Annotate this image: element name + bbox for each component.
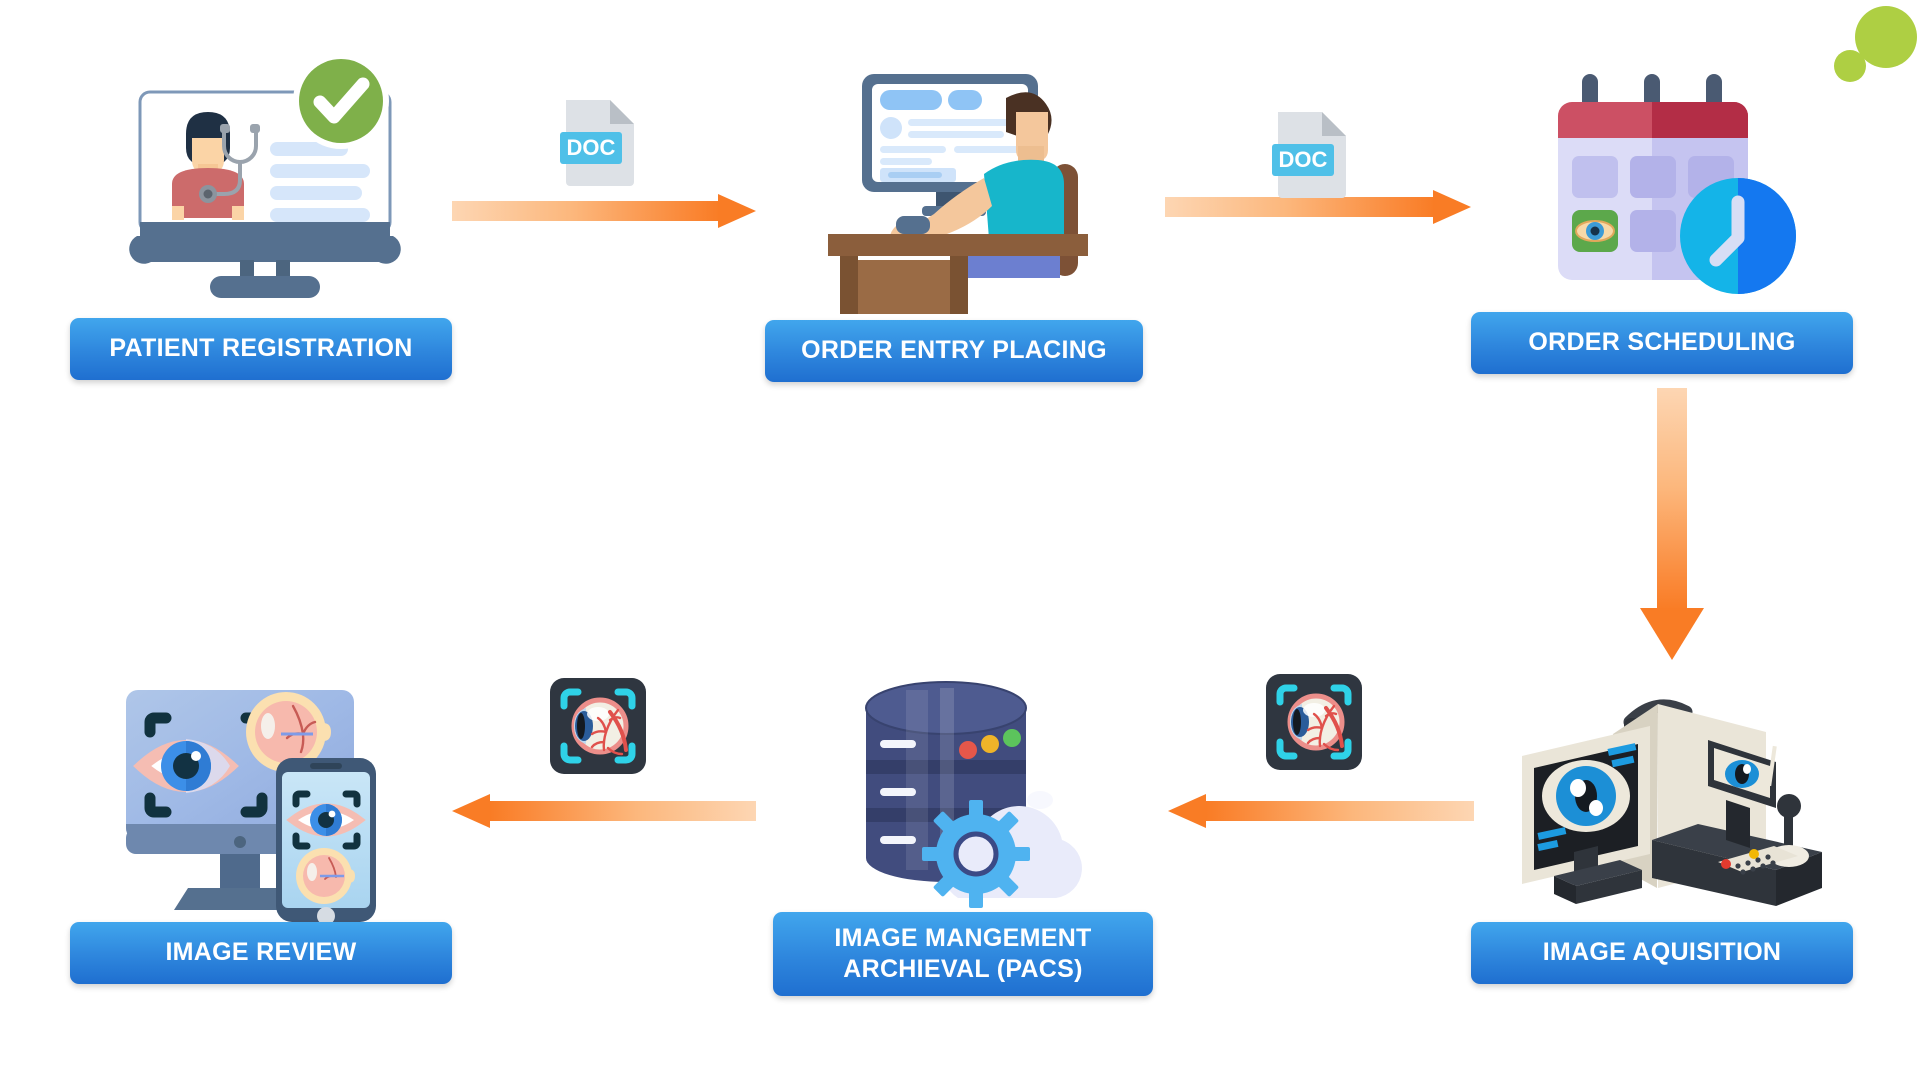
arrow-patient-registration-to-order-entry — [452, 194, 756, 228]
doc-file-icon: DOC — [1272, 108, 1358, 200]
arrow-shaft — [452, 201, 720, 221]
database-cloud-gear-icon — [828, 668, 1128, 918]
step-label-image-review[interactable]: IMAGE REVIEW — [70, 922, 452, 984]
step-label-order-scheduling[interactable]: ORDER SCHEDULING — [1471, 312, 1853, 374]
arrow-head — [452, 794, 490, 828]
step-label-image-acquisition[interactable]: IMAGE AQUISITION — [1471, 922, 1853, 984]
arrow-head — [718, 194, 756, 228]
step-label-patient-registration[interactable]: PATIENT REGISTRATION — [70, 318, 452, 380]
doc-badge-text: DOC — [567, 135, 616, 160]
person-at-desk-computer-icon — [818, 68, 1118, 318]
pacs-label-line-2: ARCHIEVAL (PACS) — [843, 955, 1083, 983]
arrow-shaft — [490, 801, 756, 821]
pacs-label-line-1: IMAGE MANGEMENT — [834, 923, 1092, 952]
doc-file-icon: DOC — [560, 96, 646, 188]
arrow-shaft — [1165, 197, 1435, 217]
arrow-shaft — [1657, 388, 1687, 610]
eye-scan-icon — [548, 676, 648, 776]
arrow-head — [1640, 608, 1704, 660]
fundus-camera-device-icon — [1512, 684, 1832, 934]
doc-badge-text: DOC — [1279, 147, 1328, 172]
arrow-image-acquisition-to-pacs — [1168, 794, 1474, 828]
monitor-phone-eye-scan-icon — [118, 676, 418, 926]
monitor-patient-record-checkmark-icon — [128, 53, 438, 312]
arrow-order-scheduling-to-image-acquisition — [1640, 388, 1704, 660]
step-label-order-entry-placing[interactable]: ORDER ENTRY PLACING — [765, 320, 1143, 382]
arrow-head — [1168, 794, 1206, 828]
arrow-shaft — [1206, 801, 1474, 821]
arrow-pacs-to-image-review — [452, 794, 756, 828]
workflow-diagram: PATIENT REGISTRATION DOC ORDER ENTRY PLA… — [0, 0, 1920, 1080]
eye-scan-icon — [1264, 672, 1364, 772]
arrow-head — [1433, 190, 1471, 224]
calendar-clock-eye-icon — [1540, 64, 1840, 314]
step-label-image-management-archival-pacs[interactable]: IMAGE MANGEMENT ARCHIEVAL (PACS) — [773, 912, 1153, 996]
